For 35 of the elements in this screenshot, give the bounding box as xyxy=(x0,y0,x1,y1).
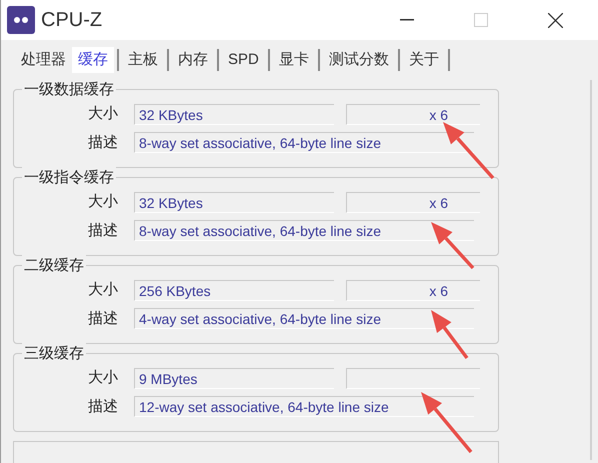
tab[interactable]: 测试分数 xyxy=(322,47,395,73)
description-field: 8-way set associative, 64-byte line size xyxy=(134,220,474,242)
window-title: CPU-Z xyxy=(41,8,102,33)
tab[interactable]: 处理器 xyxy=(15,47,72,73)
tab[interactable]: 内存 xyxy=(172,47,214,73)
description-label: 描述 xyxy=(88,132,119,152)
description-field: 4-way set associative, 64-byte line size xyxy=(134,308,474,330)
description-field: 8-way set associative, 64-byte line size xyxy=(134,132,474,154)
size-label: 大小 xyxy=(88,192,119,212)
description-label: 描述 xyxy=(88,308,119,328)
description-label: 描述 xyxy=(88,396,119,416)
tab[interactable]: 缓存 xyxy=(72,47,114,73)
count-field: x 6 xyxy=(346,192,480,213)
count-field: x 6 xyxy=(346,280,480,301)
annotation-arrow xyxy=(443,122,494,180)
count-field: x 6 xyxy=(346,104,480,125)
size-field: 256 KBytes xyxy=(134,280,334,301)
size-field: 9 MBytes xyxy=(134,368,334,389)
size-field: 32 KBytes xyxy=(134,104,334,125)
annotation-arrow xyxy=(431,310,468,360)
tab[interactable]: 主板 xyxy=(122,47,164,73)
tab[interactable]: 显卡 xyxy=(272,47,315,73)
size-label: 大小 xyxy=(88,104,119,124)
close-icon[interactable] xyxy=(548,12,563,28)
description-label: 描述 xyxy=(88,220,119,240)
app-logo-icon xyxy=(7,6,35,34)
tab[interactable]: 关于 xyxy=(402,47,445,73)
minimize-icon[interactable] xyxy=(400,19,414,21)
annotation-arrow xyxy=(421,392,472,454)
annotation-arrow xyxy=(431,222,474,270)
size-label: 大小 xyxy=(88,280,119,300)
size-field: 32 KBytes xyxy=(134,192,334,213)
tab[interactable]: SPD xyxy=(222,47,265,73)
size-label: 大小 xyxy=(88,368,119,388)
description-field: 12-way set associative, 64-byte line size xyxy=(134,396,474,418)
